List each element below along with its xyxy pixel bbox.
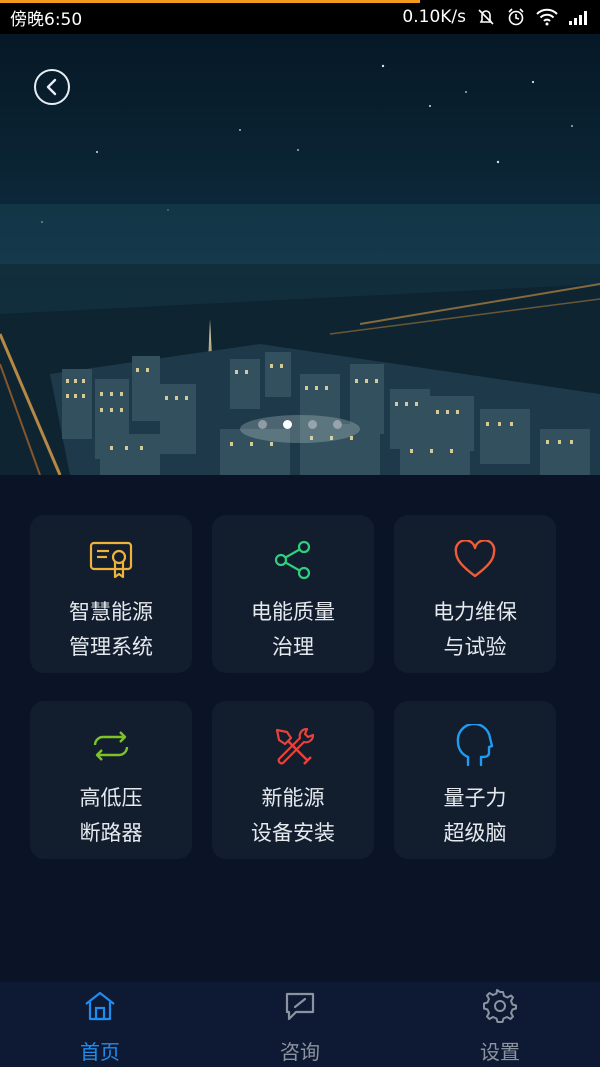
certificate-icon xyxy=(88,537,134,583)
nav-label: 首页 xyxy=(80,1040,120,1064)
feature-card-quantum-brain[interactable]: 量子力 超级脑 xyxy=(394,701,556,859)
status-time: 傍晚6:50 xyxy=(10,9,83,30)
home-icon xyxy=(82,988,118,1024)
carousel-indicator xyxy=(0,420,600,429)
alarm-icon xyxy=(506,7,526,27)
tools-icon xyxy=(270,723,316,769)
feature-label: 电力维保 与试验 xyxy=(433,600,517,659)
chevron-left-icon xyxy=(46,78,57,96)
carousel-dot[interactable] xyxy=(333,420,342,429)
feature-label: 高低压 断路器 xyxy=(79,786,143,845)
back-button[interactable] xyxy=(34,69,70,105)
carousel-dot[interactable] xyxy=(308,420,317,429)
feature-card-new-energy[interactable]: 新能源 设备安装 xyxy=(212,701,374,859)
wifi-icon xyxy=(536,8,558,26)
head-icon xyxy=(452,723,498,769)
nav-label: 设置 xyxy=(480,1040,520,1064)
bottom-nav: 首页 咨询 设置 xyxy=(0,982,600,1067)
mute-icon xyxy=(476,7,496,27)
status-bar: 傍晚6:50 0.10K/s xyxy=(0,0,600,34)
status-progress-bar xyxy=(0,0,420,3)
feature-grid: 智慧能源 管理系统 电能质量 治理 电力维保 与试验 高低压 断路器 新能源 设… xyxy=(30,515,570,859)
carousel-dot[interactable] xyxy=(258,420,267,429)
feature-label: 智慧能源 管理系统 xyxy=(69,600,153,659)
nav-settings[interactable]: 设置 xyxy=(400,982,600,1065)
city-night-image xyxy=(0,34,600,475)
refresh-arrows-icon xyxy=(88,723,134,769)
signal-icon xyxy=(568,9,590,25)
gear-icon xyxy=(482,988,518,1024)
share-icon xyxy=(270,537,316,583)
network-speed: 0.10K/s xyxy=(402,7,466,27)
nav-home[interactable]: 首页 xyxy=(0,982,200,1065)
carousel-dot[interactable] xyxy=(283,420,292,429)
feature-card-circuit-breaker[interactable]: 高低压 断路器 xyxy=(30,701,192,859)
feature-card-maintenance[interactable]: 电力维保 与试验 xyxy=(394,515,556,673)
status-right: 0.10K/s xyxy=(402,7,590,27)
feature-card-energy-management[interactable]: 智慧能源 管理系统 xyxy=(30,515,192,673)
feature-label: 新能源 设备安装 xyxy=(251,786,335,845)
feature-label: 电能质量 治理 xyxy=(251,600,335,659)
chat-icon xyxy=(282,988,318,1024)
feature-label: 量子力 超级脑 xyxy=(443,786,507,845)
feature-card-power-quality[interactable]: 电能质量 治理 xyxy=(212,515,374,673)
nav-label: 咨询 xyxy=(280,1040,320,1064)
heart-icon xyxy=(452,537,498,583)
hero-banner[interactable] xyxy=(0,34,600,475)
nav-consult[interactable]: 咨询 xyxy=(200,982,400,1065)
